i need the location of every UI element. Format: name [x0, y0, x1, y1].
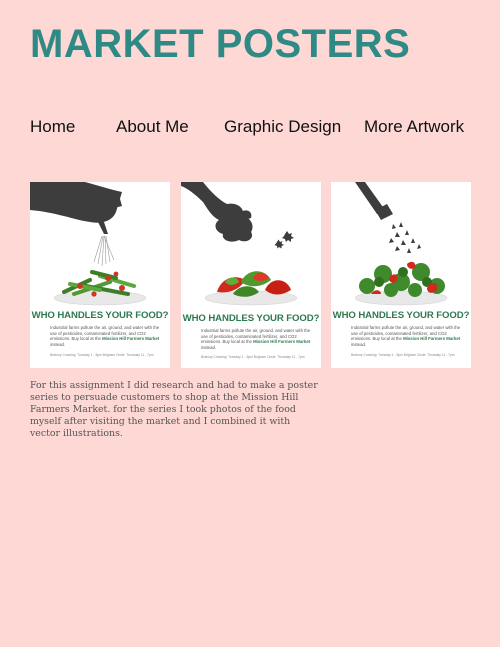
project-description: For this assignment I did research and h… — [30, 380, 318, 439]
main-nav: Home About Me Graphic Design More Artwor… — [0, 117, 500, 139]
poster-headline: WHO HANDLES YOUR FOOD? — [182, 313, 320, 324]
poster-body-end: instead. — [201, 344, 217, 350]
plate-broccoli-icon — [354, 261, 448, 306]
poster-body-end: instead. — [351, 341, 367, 347]
plate-peppers-icon — [204, 271, 298, 306]
poster-green-beans[interactable]: WHO HANDLES YOUR FOOD? Industrial farms … — [30, 182, 170, 368]
poster-headline: WHO HANDLES YOUR FOOD? — [332, 310, 470, 321]
site-title: MARKET POSTERS — [30, 22, 411, 66]
plate-green-beans-icon — [53, 270, 147, 306]
poster-market-name: Mission Hill Farmers Market — [253, 339, 311, 345]
nav-graphic-design[interactable]: Graphic Design — [224, 117, 341, 137]
poster-peppers[interactable]: WHO HANDLES YOUR FOOD? Industrial farms … — [181, 182, 321, 368]
poster-market-name: Mission Hill Farmers Market — [403, 336, 461, 342]
spray-nozzle-icon — [355, 182, 421, 253]
hand-watering-can-icon — [30, 182, 122, 267]
poster-footer: Brabury Crossing: Tuesday 1 - 5pm Brigha… — [201, 355, 305, 359]
poster-broccoli[interactable]: WHO HANDLES YOUR FOOD? Industrial farms … — [331, 182, 471, 368]
poster-market-name: Mission Hill Farmers Market — [102, 336, 160, 342]
poster-footer: Brabury Crossing: Tuesday 1 - 5pm Brigha… — [50, 353, 154, 357]
hand-spreader-icon — [181, 182, 294, 249]
poster-body: Industrial farms pollute the air, ground… — [50, 325, 162, 347]
nav-more-artwork[interactable]: More Artwork — [364, 117, 464, 137]
poster-headline: WHO HANDLES YOUR FOOD? — [31, 310, 169, 321]
nav-home[interactable]: Home — [30, 117, 75, 137]
poster-body-end: instead. — [50, 341, 66, 347]
nav-about-me[interactable]: About Me — [116, 117, 189, 137]
poster-body: Industrial farms pollute the air, ground… — [351, 325, 463, 347]
poster-footer: Brabury Crossing: Tuesday 1 - 5pm Brigha… — [351, 353, 455, 357]
poster-body: Industrial farms pollute the air, ground… — [201, 328, 313, 350]
